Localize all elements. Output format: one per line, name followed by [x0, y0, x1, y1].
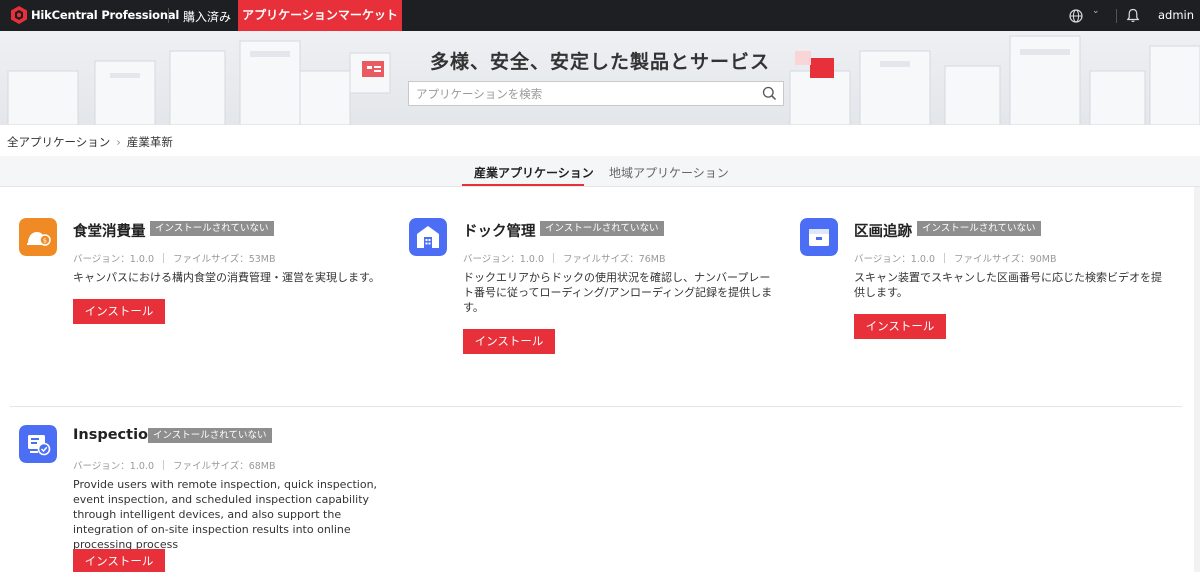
- hikcentral-logo-icon: [11, 6, 27, 24]
- app-version: バージョン：1.0.0: [73, 461, 154, 472]
- search-icon[interactable]: [762, 86, 777, 101]
- app-description: ドックエリアからドックの使用状況を確認し、ナンバープレート番号に従ってローディン…: [463, 271, 773, 314]
- chevron-right-icon: ›: [116, 135, 121, 149]
- app-name[interactable]: 区画追跡: [854, 220, 912, 241]
- meta-divider: [162, 253, 164, 263]
- app-meta: バージョン：1.0.0 ファイルサイズ：68MB: [73, 458, 276, 472]
- banner-title: 多様、安全、安定した製品とサービス: [429, 51, 770, 73]
- banner: 多様、安全、安定した製品とサービス: [0, 31, 1200, 125]
- search-box: [408, 81, 784, 106]
- tab-industry-apps[interactable]: 産業アプリケーション: [474, 164, 594, 181]
- active-tab-indicator: [462, 184, 584, 186]
- top-bar: HikCentral Professional 購入済み アプリケーションマーケ…: [0, 0, 1200, 31]
- app-file-size: ファイルサイズ：76MB: [562, 254, 666, 265]
- app-description: スキャン装置でスキャンした区画番号に応じた検索ビデオを提供します。: [854, 271, 1162, 299]
- dock-icon: [409, 218, 447, 256]
- app-version: バージョン：1.0.0: [854, 254, 935, 265]
- status-badge: インストールされていない: [148, 428, 272, 443]
- tab-bar: 産業アプリケーション 地域アプリケーション: [0, 156, 1200, 187]
- search-input[interactable]: [409, 82, 749, 105]
- nav-purchased[interactable]: 購入済み: [183, 8, 231, 25]
- status-badge: インストールされていない: [150, 221, 274, 236]
- app-name[interactable]: Inspection: [73, 427, 158, 443]
- svg-text:$: $: [43, 237, 47, 245]
- install-button[interactable]: インストール: [73, 299, 165, 324]
- breadcrumb-current: 産業革新: [126, 135, 173, 149]
- app-meta: バージョン：1.0.0 ファイルサイズ：76MB: [463, 251, 666, 265]
- chevron-down-icon[interactable]: ⌄: [1092, 6, 1100, 16]
- nav-app-market[interactable]: アプリケーションマーケット: [238, 0, 402, 31]
- breadcrumb: 全アプリケーション › 産業革新: [7, 134, 173, 150]
- bell-icon[interactable]: [1126, 8, 1140, 23]
- app-name[interactable]: 食堂消費量: [73, 220, 146, 241]
- parcel-icon: [800, 218, 838, 256]
- app-description: Provide users with remote inspection, qu…: [73, 478, 378, 551]
- meta-divider: [943, 253, 945, 263]
- breadcrumb-root[interactable]: 全アプリケーション: [7, 135, 110, 149]
- inspection-icon: [19, 425, 57, 463]
- app-meta: バージョン：1.0.0 ファイルサイズ：90MB: [854, 251, 1057, 265]
- meta-divider: [552, 253, 554, 263]
- tab-regional-apps[interactable]: 地域アプリケーション: [609, 164, 729, 181]
- app-version: バージョン：1.0.0: [73, 254, 154, 265]
- app-version: バージョン：1.0.0: [463, 254, 544, 265]
- header-divider: [1116, 9, 1117, 23]
- app-file-size: ファイルサイズ：68MB: [172, 461, 276, 472]
- app-meta: バージョン：1.0.0 ファイルサイズ：53MB: [73, 251, 276, 265]
- banner-illustration: [7, 35, 1200, 125]
- scrollbar[interactable]: [1194, 187, 1200, 572]
- install-button[interactable]: インストール: [463, 329, 555, 354]
- header-divider: [168, 8, 169, 23]
- install-button[interactable]: インストール: [73, 549, 165, 572]
- status-badge: インストールされていない: [540, 221, 664, 236]
- install-button[interactable]: インストール: [854, 314, 946, 339]
- status-badge: インストールされていない: [917, 221, 1041, 236]
- app-name[interactable]: ドック管理: [463, 220, 536, 241]
- row-divider: [10, 406, 1182, 407]
- app-description: キャンパスにおける構内食堂の消費管理・運営を実現します。: [73, 271, 380, 284]
- user-menu[interactable]: admin: [1158, 8, 1194, 22]
- app-file-size: ファイルサイズ：90MB: [953, 254, 1057, 265]
- meta-divider: [162, 460, 164, 470]
- app-file-size: ファイルサイズ：53MB: [172, 254, 276, 265]
- brand-name: HikCentral Professional: [31, 8, 180, 22]
- canteen-icon: $: [19, 218, 57, 256]
- globe-icon[interactable]: [1069, 9, 1083, 23]
